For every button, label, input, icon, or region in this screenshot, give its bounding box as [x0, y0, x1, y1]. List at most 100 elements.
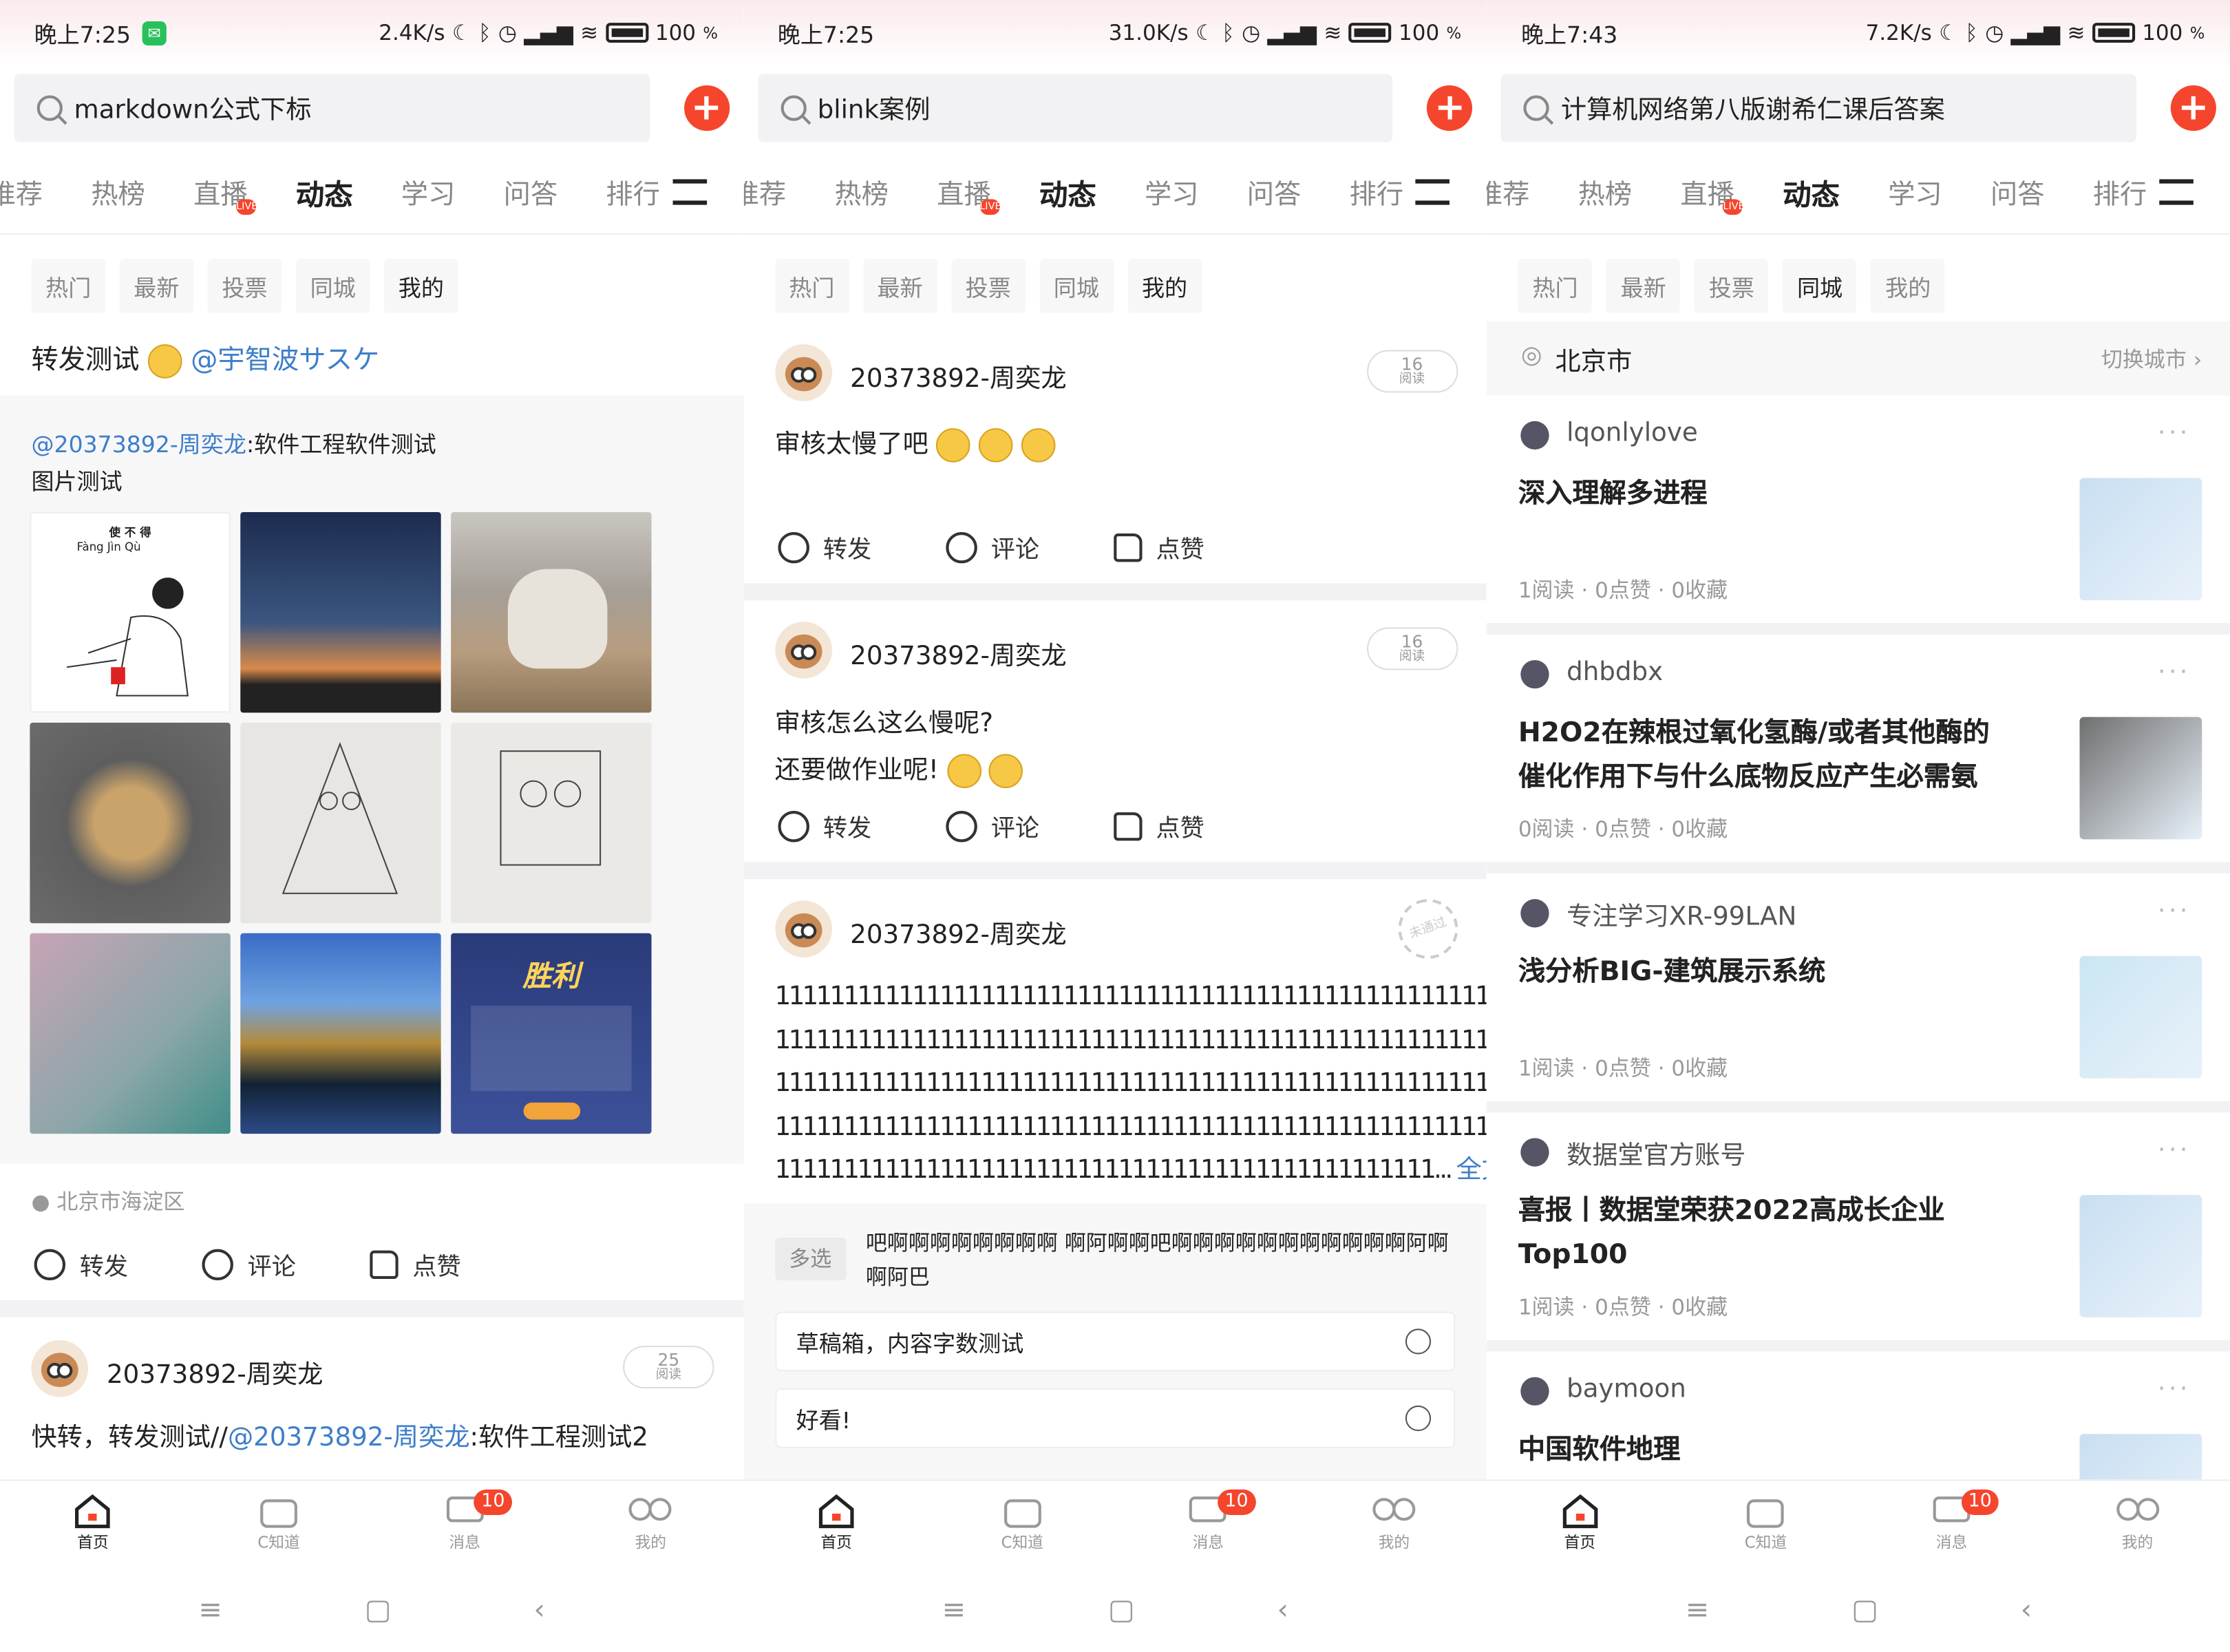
home-button-icon[interactable]: ▢	[1851, 1591, 1878, 1626]
feed-author[interactable]: lqonlylove	[1567, 419, 1698, 448]
post-username[interactable]: 20373892-周奕龙	[850, 636, 1066, 673]
comment-button[interactable]: 评论	[945, 808, 1114, 844]
image-autumn-lake[interactable]	[240, 933, 441, 1134]
search-input[interactable]: blink案例	[757, 74, 1393, 142]
avatar[interactable]	[774, 900, 832, 957]
feed-thumbnail[interactable]	[2079, 478, 2202, 601]
image-game-victory[interactable]: 胜利	[451, 933, 652, 1134]
image-hairpin[interactable]	[30, 722, 231, 924]
feed-author[interactable]: baymoon	[1567, 1374, 1686, 1404]
comment-button[interactable]: 评论	[202, 1246, 370, 1282]
like-button[interactable]: 点赞	[1113, 529, 1282, 564]
poll-option[interactable]: 草稿箱，内容字数测试	[774, 1311, 1456, 1372]
tab-recommend[interactable]: 推荐	[0, 173, 43, 211]
feed-thumbnail[interactable]	[2079, 1195, 2202, 1317]
nav-messages[interactable]: 消息 10	[372, 1481, 558, 1562]
feed-card[interactable]: lqonlylove ··· 深入理解多进程 1阅读 · 0点赞 · 0收藏	[1487, 410, 2230, 635]
nav-messages[interactable]: 消息 10	[1115, 1481, 1301, 1562]
image-patrick-sketch[interactable]	[240, 722, 441, 924]
image-spongebob-sketch[interactable]	[451, 722, 652, 924]
recents-icon[interactable]: ≡	[942, 1591, 966, 1626]
like-button[interactable]: 点赞	[1113, 808, 1282, 844]
comment-button[interactable]: 评论	[945, 529, 1114, 564]
create-button[interactable]: +	[1427, 85, 1473, 131]
subtab-city[interactable]: 同城	[1783, 259, 1857, 313]
home-button-icon[interactable]: ▢	[1108, 1591, 1135, 1626]
feed-author[interactable]: 专注学习XR-99LAN	[1567, 896, 1796, 933]
feed-card[interactable]: dhbdbx ··· H2O2在辣根过氧化氢酶/或者其他酶的 催化作用下与什么底物反应…	[1487, 648, 2230, 873]
nav-cknow[interactable]: C知道	[929, 1481, 1115, 1562]
more-options-icon[interactable]: ···	[2158, 419, 2191, 448]
avatar[interactable]	[1520, 1377, 1550, 1406]
expand-full-text-link[interactable]: 全文	[1456, 1155, 1487, 1185]
avatar[interactable]	[1520, 659, 1550, 689]
mention-link[interactable]: @宇智波サスケ	[191, 344, 379, 375]
repost-button[interactable]: 转发	[777, 529, 946, 564]
feed-thumbnail[interactable]	[2079, 717, 2202, 840]
image-water-petals[interactable]	[30, 933, 231, 1134]
more-options-icon[interactable]: ···	[2158, 896, 2191, 926]
avatar[interactable]	[774, 344, 832, 401]
post-username[interactable]: 20373892-周奕龙	[850, 915, 1066, 952]
subtab-mine[interactable]: 我的	[1871, 259, 1945, 313]
avatar[interactable]	[774, 622, 832, 679]
feed-card[interactable]: 数据堂官方账号 ··· 喜报丨数据堂荣获2022高成长企业 Top100 1阅读 · 0…	[1487, 1127, 2230, 1352]
tab-hot[interactable]: 热榜	[91, 173, 145, 211]
home-button-icon[interactable]: ▢	[365, 1591, 392, 1626]
quoted-user-link[interactable]: @20373892-周奕龙	[31, 431, 246, 458]
menu-icon[interactable]	[672, 179, 707, 205]
subtab-vote[interactable]: 投票	[207, 259, 282, 313]
tab-rank[interactable]: 排行	[2093, 173, 2147, 211]
recents-icon[interactable]: ≡	[1686, 1591, 1710, 1626]
nav-home[interactable]: 首页	[0, 1481, 186, 1562]
repost-button[interactable]: 转发	[777, 808, 946, 844]
subtab-city[interactable]: 同城	[295, 259, 370, 313]
nav-cknow[interactable]: C知道	[186, 1481, 372, 1562]
tab-recommend[interactable]: 推荐	[1487, 173, 1529, 211]
tab-dynamic[interactable]: 动态	[296, 171, 353, 213]
more-options-icon[interactable]: ···	[2158, 1374, 2191, 1404]
subtab-mine[interactable]: 我的	[1127, 259, 1202, 313]
back-icon[interactable]: ‹	[2021, 1591, 2032, 1626]
search-input[interactable]: markdown公式下标	[14, 74, 650, 142]
post-username[interactable]: 20373892-周奕龙	[107, 1354, 323, 1391]
tab-dynamic[interactable]: 动态	[1783, 171, 1840, 213]
subtab-latest[interactable]: 最新	[1606, 259, 1681, 313]
tab-hot[interactable]: 热榜	[834, 173, 889, 211]
tab-learn[interactable]: 学习	[1888, 173, 1942, 211]
switch-city-link[interactable]: 切换城市 ›	[2101, 344, 2202, 374]
subtab-mine[interactable]: 我的	[384, 259, 458, 313]
nav-home[interactable]: 首页	[743, 1481, 929, 1562]
nav-home[interactable]: 首页	[1487, 1481, 1672, 1562]
feed-thumbnail[interactable]	[2079, 955, 2202, 1079]
like-button[interactable]: 点赞	[370, 1246, 538, 1282]
post2-mention[interactable]: @20373892-周奕龙	[228, 1423, 470, 1452]
more-options-icon[interactable]: ···	[2158, 1135, 2191, 1165]
more-options-icon[interactable]: ···	[2158, 657, 2191, 687]
menu-icon[interactable]	[1416, 179, 1450, 205]
poll-option[interactable]: 好看!	[774, 1388, 1456, 1448]
search-input[interactable]: 计算机网络第八版谢希仁课后答案	[1501, 74, 2137, 142]
tab-learn[interactable]: 学习	[1145, 173, 1199, 211]
feed-author[interactable]: dhbdbx	[1567, 657, 1663, 687]
nav-messages[interactable]: 消息 10	[1858, 1481, 2044, 1562]
avatar[interactable]	[1520, 899, 1550, 928]
tab-qa[interactable]: 问答	[1247, 173, 1302, 211]
subtab-latest[interactable]: 最新	[119, 259, 194, 313]
repost-button[interactable]: 转发	[34, 1246, 202, 1282]
back-icon[interactable]: ‹	[1277, 1591, 1289, 1626]
subtab-city[interactable]: 同城	[1039, 259, 1114, 313]
image-cartoon[interactable]: 使 不 得 Fàng Jìn Qù	[30, 512, 231, 713]
post-username[interactable]: 20373892-周奕龙	[850, 359, 1066, 396]
subtab-hot[interactable]: 热门	[1518, 259, 1593, 313]
subtab-vote[interactable]: 投票	[951, 259, 1026, 313]
tab-dynamic[interactable]: 动态	[1039, 171, 1096, 213]
back-icon[interactable]: ‹	[533, 1591, 545, 1626]
nav-mine[interactable]: 我的	[2045, 1481, 2230, 1562]
nav-mine[interactable]: 我的	[558, 1481, 743, 1562]
nav-mine[interactable]: 我的	[1301, 1481, 1487, 1562]
recents-icon[interactable]: ≡	[198, 1591, 222, 1626]
avatar[interactable]	[31, 1339, 89, 1397]
avatar[interactable]	[1520, 1138, 1550, 1167]
menu-icon[interactable]	[2159, 179, 2194, 205]
